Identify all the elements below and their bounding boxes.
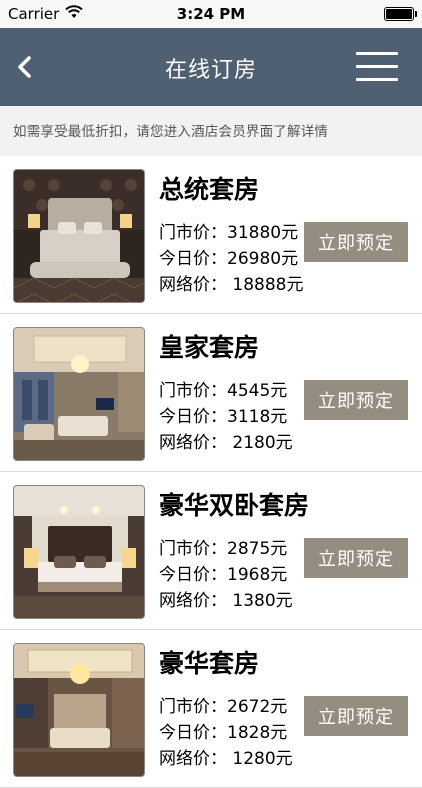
room-item[interactable]: 豪华双卧套房 门市价：2875元 今日价：1968元 网络价： 1380元 立即… [0, 472, 422, 630]
menu-line [356, 78, 398, 81]
menu-line [356, 65, 398, 68]
today-price: 今日价：1828元 [159, 723, 288, 743]
battery-cap [415, 11, 417, 17]
room-name: 豪华套房 [159, 649, 260, 678]
today-price: 今日价：3118元 [159, 407, 288, 427]
room-photo [13, 327, 145, 461]
status-bar: Carrier 3:24 PM [0, 0, 422, 28]
market-price: 门市价：31880元 [159, 223, 299, 243]
battery-level-fill [386, 9, 412, 19]
room-name: 豪华双卧套房 [159, 491, 310, 520]
online-price: 网络价： 18888元 [159, 275, 304, 295]
room-photo [13, 169, 145, 303]
room-item[interactable]: 豪华套房 门市价：2672元 今日价：1828元 网络价： 1280元 立即预定 [0, 630, 422, 788]
room-item[interactable]: 皇家套房 门市价：4545元 今日价：3118元 网络价： 2180元 立即预定 [0, 314, 422, 472]
battery-icon [384, 7, 417, 21]
market-price: 门市价：2875元 [159, 539, 288, 559]
menu-line [356, 52, 398, 55]
market-price: 门市价：4545元 [159, 381, 288, 401]
hamburger-menu-icon[interactable] [356, 50, 398, 82]
room-photo [13, 643, 145, 777]
book-now-button[interactable]: 立即预定 [304, 380, 408, 420]
room-name: 总统套房 [159, 175, 260, 204]
online-price: 网络价： 1280元 [159, 749, 293, 769]
room-name: 皇家套房 [159, 333, 260, 362]
today-price: 今日价：1968元 [159, 565, 288, 585]
online-price: 网络价： 2180元 [159, 433, 293, 453]
today-price: 今日价：26980元 [159, 249, 299, 269]
book-now-button[interactable]: 立即预定 [304, 538, 408, 578]
book-now-button[interactable]: 立即预定 [304, 222, 408, 262]
navigation-bar: 在线订房 [0, 28, 422, 106]
room-item[interactable]: 总统套房 门市价：31880元 今日价：26980元 网络价： 18888元 立… [0, 156, 422, 314]
room-list: 总统套房 门市价：31880元 今日价：26980元 网络价： 18888元 立… [0, 156, 422, 788]
room-photo [13, 485, 145, 619]
status-time: 3:24 PM [176, 5, 246, 23]
online-price: 网络价： 1380元 [159, 591, 293, 611]
discount-notice: 如需享受最低折扣，请您进入酒店会员界面了解详情 [0, 106, 422, 156]
market-price: 门市价：2672元 [159, 697, 288, 717]
book-now-button[interactable]: 立即预定 [304, 696, 408, 736]
